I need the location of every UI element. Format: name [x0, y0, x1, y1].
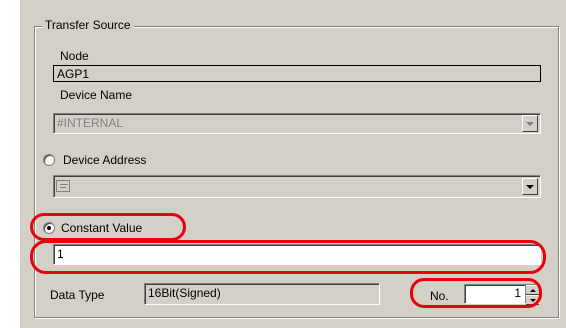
highlight-constant-input — [30, 240, 546, 274]
device-name-label: Device Name — [60, 88, 133, 102]
chevron-down-icon — [526, 184, 534, 189]
device-address-dropdown-button[interactable] — [522, 178, 538, 195]
device-address-select[interactable] — [53, 175, 541, 198]
address-input-icon[interactable] — [56, 180, 70, 192]
chevron-down-icon — [526, 121, 534, 126]
data-type-field: 16Bit(Signed) — [144, 283, 380, 305]
highlight-constant-value — [30, 213, 186, 241]
device-address-radio[interactable] — [43, 154, 55, 166]
data-type-label: Data Type — [50, 288, 105, 302]
node-field: AGP1 — [53, 65, 541, 82]
node-label: Node — [60, 49, 89, 63]
highlight-number — [410, 278, 542, 308]
device-name-dropdown-button[interactable] — [522, 115, 538, 132]
device-name-value: #INTERNAL — [57, 116, 124, 130]
group-title: Transfer Source — [42, 17, 134, 33]
device-name-select[interactable]: #INTERNAL — [53, 113, 541, 134]
device-address-label: Device Address — [63, 153, 147, 167]
